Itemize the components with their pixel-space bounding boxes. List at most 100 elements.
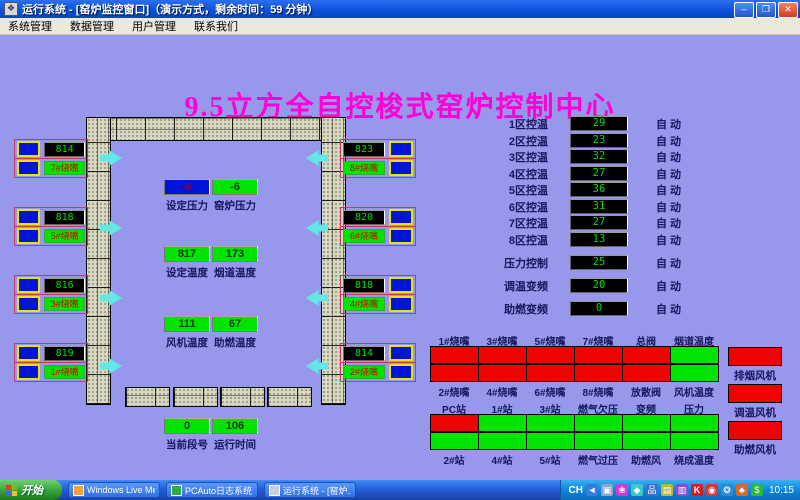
menu-data[interactable]: 数据管理 [70, 18, 114, 34]
grid-label: 5#站 [526, 452, 574, 467]
zone-value-display: 31 [570, 199, 628, 214]
burner-group-1: 819 1#烧嘴 [14, 343, 88, 382]
burner-temp-display: 814 [44, 142, 85, 157]
status-cell [574, 364, 623, 382]
burner-temp-display: 823 [343, 142, 385, 157]
antivirus-k-icon[interactable]: K [691, 484, 703, 496]
log-app-icon [171, 485, 182, 496]
zone-value-display: 27 [570, 215, 628, 230]
menu-contact[interactable]: 联系我们 [194, 18, 238, 34]
zone-row-1: 1区控温29自 动 [488, 116, 703, 131]
grid-label: 2#烧嘴 [430, 384, 478, 399]
mimic-area: 9.5立方全自控梭式窑炉控制中心 814 7#烧嘴 818 5#烧嘴 816 3… [0, 35, 800, 480]
burner-label: 1#烧嘴 [44, 365, 85, 379]
zone-row-4: 4区控温27自 动 [488, 166, 703, 181]
badge-icon[interactable]: ♣ [736, 484, 748, 496]
burner-valve-button[interactable] [17, 277, 40, 293]
burner-valve-button[interactable] [389, 345, 413, 361]
segment-display: 0 [164, 418, 210, 434]
start-button[interactable]: 开始 [0, 480, 62, 500]
close-button[interactable]: ✕ [778, 2, 798, 18]
readout-label: 当前段号 [164, 437, 210, 452]
zone-mode-toggle[interactable]: 自 动 [656, 255, 681, 271]
burner-valve-button[interactable] [17, 160, 40, 176]
task-button-messenger[interactable]: Windows Live Mes... [68, 482, 160, 498]
set-pressure-input[interactable]: -6 [164, 179, 210, 195]
zone-mode-toggle[interactable]: 自 动 [656, 166, 681, 182]
zone-row-5: 5区控温36自 动 [488, 182, 703, 197]
grid2-bottom-labels: 2#站4#站5#站燃气过压助燃风烧成温度 [430, 452, 718, 467]
burner-valve-button[interactable] [17, 228, 40, 244]
set-temp-input[interactable]: 817 [164, 246, 210, 262]
runtime-display: 106 [212, 418, 258, 434]
burner-valve-button[interactable] [17, 209, 40, 225]
task-button-run-system[interactable]: 运行系统 - [窑炉... [264, 482, 356, 498]
app-icon: ❖ [4, 2, 18, 16]
zone-mode-toggle[interactable]: 自 动 [656, 133, 681, 149]
burner-valve-button[interactable] [17, 296, 40, 312]
grid-label: 放散阀 [622, 384, 670, 399]
temp-vfd-row: 调温变频20自 动 [488, 278, 703, 293]
zone-mode-toggle[interactable]: 自 动 [656, 199, 681, 215]
grid1-cells-row2 [430, 364, 719, 382]
zone-mode-toggle[interactable]: 自 动 [656, 182, 681, 198]
menu-user[interactable]: 用户管理 [132, 18, 176, 34]
tray-collapse-button[interactable]: ◄ [586, 484, 598, 496]
kiln-car-segment [125, 387, 170, 407]
monitor-icon[interactable]: ▣ [601, 484, 613, 496]
burner-valve-button[interactable] [389, 277, 413, 293]
burner-valve-button[interactable] [389, 364, 413, 380]
readout-segment: 0 当前段号 [164, 418, 210, 452]
status-cell [670, 432, 719, 450]
status-cell [430, 346, 479, 364]
burner-valve-button[interactable] [389, 209, 413, 225]
currency-icon[interactable]: $ [751, 484, 763, 496]
task-label: 运行系统 - [窑炉... [283, 484, 351, 497]
language-indicator[interactable]: CH [569, 485, 583, 496]
burner-valve-button[interactable] [389, 160, 413, 176]
burner-valve-button[interactable] [389, 228, 413, 244]
burner-valve-button[interactable] [17, 345, 40, 361]
network-icon[interactable]: 品 [646, 484, 658, 496]
fan-label: 排烟风机 [728, 368, 782, 383]
shield-icon[interactable]: ◉ [706, 484, 718, 496]
status-cell [670, 414, 719, 432]
grid-label: 风机温度 [670, 384, 718, 399]
zone-mode-toggle[interactable]: 自 动 [656, 149, 681, 165]
diamond-icon[interactable]: ◆ [631, 484, 643, 496]
status-cell [670, 364, 719, 382]
zone-label: 8区控温 [488, 232, 548, 248]
burner-group-6: 820 6#烧嘴 [340, 207, 416, 246]
run-system-icon [269, 485, 280, 496]
globe-icon[interactable]: ❂ [721, 484, 733, 496]
zone-mode-toggle[interactable]: 自 动 [656, 116, 681, 132]
chart-icon[interactable]: ▥ [676, 484, 688, 496]
grid-label: 4#站 [478, 452, 526, 467]
status-cell [526, 414, 575, 432]
burner-valve-button[interactable] [17, 141, 40, 157]
zone-value-display: 23 [570, 133, 628, 148]
task-button-pcauto-log[interactable]: PCAuto日志系统 [166, 482, 258, 498]
color-wheel-icon[interactable]: ❀ [616, 484, 628, 496]
zone-mode-toggle[interactable]: 自 动 [656, 215, 681, 231]
status-cell [478, 364, 527, 382]
kiln-top-wall [86, 117, 346, 141]
minimize-button[interactable]: – [734, 2, 754, 18]
menu-system[interactable]: 系统管理 [8, 18, 52, 34]
grid2-cells-row1 [430, 414, 719, 432]
readout-kiln-pressure: -6 窑炉压力 [212, 179, 258, 213]
readout-flue-temp: 173 烟道温度 [212, 246, 258, 280]
zone-row-2: 2区控温23自 动 [488, 133, 703, 148]
status-cell [622, 432, 671, 450]
zone-mode-toggle[interactable]: 自 动 [656, 278, 681, 294]
burner-valve-button[interactable] [17, 364, 40, 380]
burner-label: 3#烧嘴 [44, 297, 85, 311]
folder-icon[interactable]: ▤ [661, 484, 673, 496]
zone-mode-toggle[interactable]: 自 动 [656, 301, 681, 317]
burner-valve-button[interactable] [389, 296, 413, 312]
restore-button[interactable]: ❐ [756, 2, 776, 18]
zone-mode-toggle[interactable]: 自 动 [656, 232, 681, 248]
grid-label: 8#烧嘴 [574, 384, 622, 399]
zone-label: 压力控制 [488, 255, 548, 271]
burner-valve-button[interactable] [389, 141, 413, 157]
